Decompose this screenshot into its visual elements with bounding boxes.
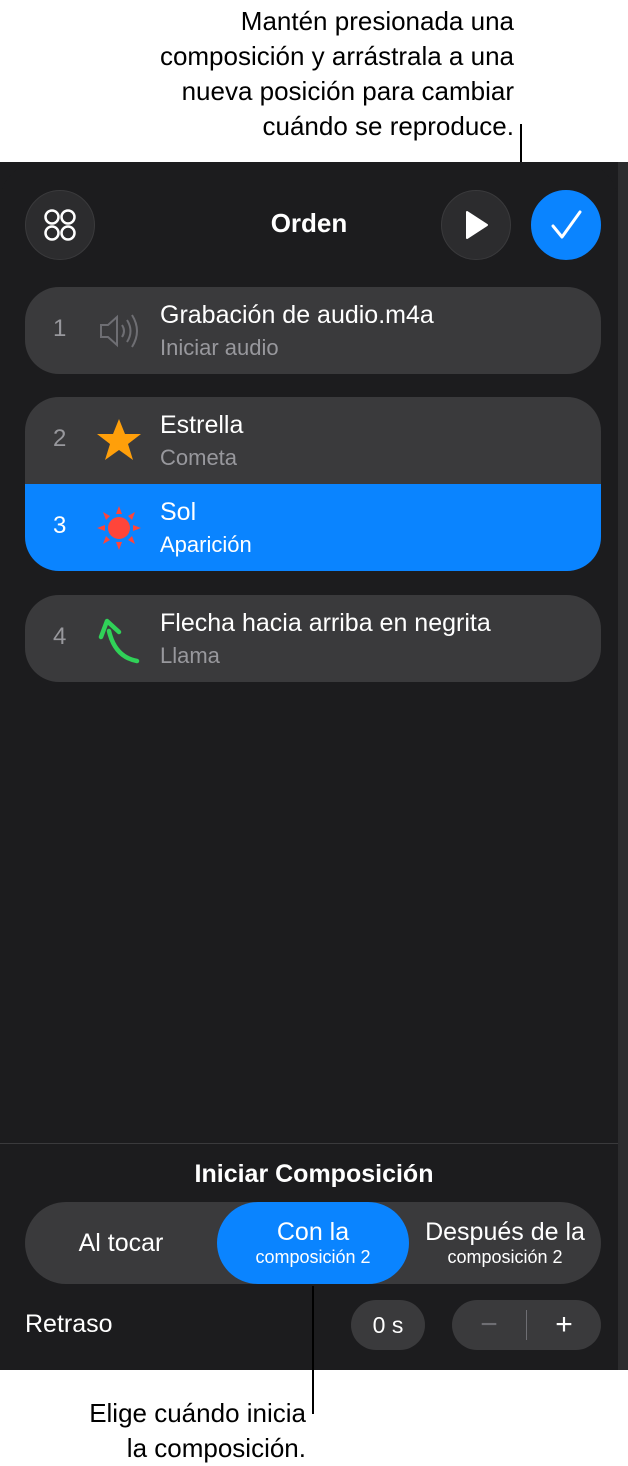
callout-leader-line — [312, 1286, 314, 1414]
delay-stepper: − + — [452, 1300, 601, 1350]
callout-line: Elige cuándo inicia — [89, 1398, 306, 1428]
build-name: Grabación de audio.m4a — [160, 301, 434, 329]
callout-line: composición y arrástrala a una — [159, 41, 514, 71]
option-label: Después de la — [425, 1218, 585, 1246]
build-effect: Aparición — [160, 532, 252, 557]
sun-icon — [97, 506, 141, 550]
start-after-build-option[interactable]: Después de la composición 2 — [409, 1202, 601, 1284]
start-on-tap-option[interactable]: Al tocar — [25, 1202, 217, 1284]
speaker-icon — [100, 314, 138, 348]
decrement-button[interactable]: − — [452, 1300, 526, 1350]
build-row-4[interactable]: 4 Flecha hacia arriba en negrita Llama — [25, 595, 601, 682]
build-name: Flecha hacia arriba en negrita — [160, 609, 491, 637]
done-button[interactable] — [531, 190, 601, 260]
start-with-build-option[interactable]: Con la composición 2 — [217, 1202, 409, 1284]
start-build-segmented-control: Al tocar Con la composición 2 Después de… — [25, 1202, 601, 1284]
delay-value-field[interactable]: 0 s — [351, 1300, 425, 1350]
build-order-panel: Orden 1 Grabación de audio.m4a Iniciar a… — [0, 162, 628, 1370]
build-number: 1 — [53, 315, 67, 342]
arrow-icon — [98, 618, 140, 664]
star-icon — [97, 419, 141, 460]
reorder-callout: Mantén presionada una composición y arrá… — [94, 4, 514, 144]
callout-line: cuándo se reproduce. — [262, 111, 514, 141]
start-callout: Elige cuándo inicia la composición. — [0, 1396, 306, 1466]
build-effect: Iniciar audio — [160, 335, 279, 360]
callout-line: Mantén presionada una — [240, 6, 514, 36]
page-title: Orden — [270, 208, 348, 238]
play-button[interactable] — [441, 190, 511, 260]
build-number: 2 — [53, 425, 67, 452]
build-row-2[interactable]: 2 Estrella Cometa — [25, 397, 601, 484]
option-sublabel: composición 2 — [447, 1247, 563, 1267]
option-label: Al tocar — [78, 1229, 164, 1257]
section-divider — [0, 1143, 618, 1144]
build-effect: Cometa — [160, 445, 238, 470]
build-row-1[interactable]: 1 Grabación de audio.m4a Iniciar audio — [25, 287, 601, 374]
option-sublabel: composición 2 — [255, 1247, 371, 1267]
build-name: Sol — [160, 498, 197, 526]
delay-label: Retraso — [25, 1310, 113, 1338]
checkmark-icon — [551, 210, 582, 239]
build-number: 3 — [53, 512, 67, 539]
build-effect: Llama — [160, 643, 220, 668]
start-build-title: Iniciar Composición — [194, 1160, 434, 1188]
build-name: Estrella — [160, 411, 244, 439]
build-row-3-selected[interactable]: 3 Sol Aparición — [25, 484, 601, 571]
option-label: Con la — [276, 1218, 350, 1246]
increment-button[interactable]: + — [527, 1300, 601, 1350]
callout-line: nueva posición para cambiar — [181, 76, 514, 106]
play-icon — [466, 211, 488, 239]
callout-line: la composición. — [126, 1433, 306, 1463]
build-number: 4 — [53, 623, 67, 650]
